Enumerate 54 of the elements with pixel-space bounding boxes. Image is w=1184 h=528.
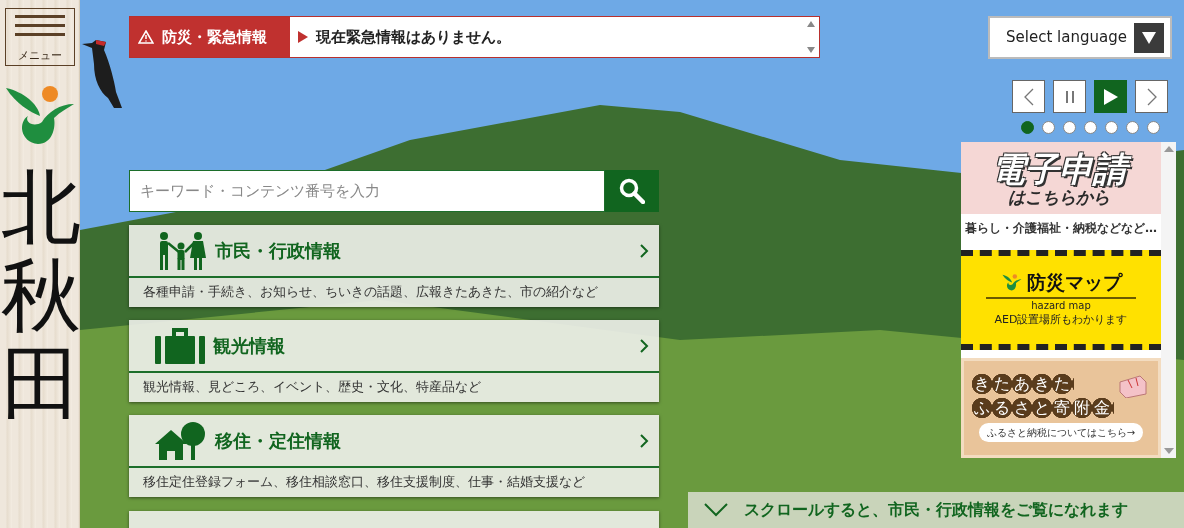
- category-card[interactable]: 移住・定住情報 移住定住登録フォーム、移住相談窓口、移住支援制度、仕事・結婚支援など: [129, 415, 659, 497]
- language-select[interactable]: Select language: [988, 16, 1172, 59]
- house-tree-icon: [155, 421, 207, 460]
- chevron-right-icon: [640, 243, 649, 258]
- woodpecker-icon: [80, 40, 122, 110]
- chevron-right-icon: [640, 338, 649, 353]
- city-name: 北秋田: [0, 164, 81, 428]
- play-icon: [1103, 89, 1118, 105]
- scroll-down-icon[interactable]: [1163, 448, 1174, 454]
- menu-button[interactable]: メニュー: [4, 8, 75, 66]
- chevron-left-icon: [1023, 88, 1034, 106]
- category-description: 観光情報、見どころ、イベント、歴史・文化、特産品など: [142, 378, 482, 396]
- search-field[interactable]: キーワード・コンテンツ番号を入力: [129, 170, 605, 212]
- scroll-down-icon[interactable]: [807, 47, 815, 53]
- pause-icon: [1064, 91, 1075, 103]
- donation-banner[interactable]: きたあきた ふるさと寄附金 ふるさと納税についてはこちら→: [961, 358, 1161, 458]
- category-title: 観光情報: [213, 334, 285, 358]
- banner-subtitle: はこちらから: [1007, 187, 1111, 207]
- chevron-down-icon[interactable]: [704, 503, 728, 517]
- category-description: 各種申請・手続き、お知らせ、ちいきの話題、広報きたあきた、市の紹介など: [142, 283, 599, 301]
- previous-button[interactable]: [1012, 80, 1045, 113]
- category-description: 移住定住登録フォーム、移住相談窓口、移住支援制度、仕事・結婚支援など: [142, 473, 586, 491]
- city-logo: [1000, 273, 1023, 292]
- banner-caption: AED設置場所もわかります: [994, 311, 1128, 328]
- gift-box-icon: [1118, 374, 1148, 398]
- scroll-up-icon[interactable]: [1163, 146, 1174, 152]
- category-card[interactable]: 市民・行政情報 各種申請・手続き、お知らせ、ちいきの話題、広報きたあきた、市の紹介など: [129, 225, 659, 307]
- banner-title: 防災マップ: [1026, 271, 1122, 293]
- search-icon: [619, 178, 645, 204]
- category-card[interactable]: 観光情報 観光情報、見どころ、イベント、歴史・文化、特産品など: [129, 320, 659, 402]
- pause-button[interactable]: [1053, 80, 1086, 113]
- banner-caption: ふるさと納税についてはこちら→: [978, 423, 1144, 442]
- warning-icon: [138, 30, 154, 44]
- category-title: 移住・定住情報: [215, 429, 341, 453]
- e-application-banner[interactable]: 電子申請 はこちらから 暮らし・介護福祉・納税などなど…: [961, 142, 1161, 242]
- caret-icon: [1142, 31, 1156, 44]
- search-button[interactable]: [605, 170, 659, 212]
- suitcase-icon: [155, 327, 205, 364]
- play-button[interactable]: [1094, 80, 1127, 113]
- triangle-icon: [298, 31, 308, 43]
- hazard-map-banner[interactable]: 防災マップ hazard map AED設置場所もわかります: [961, 250, 1161, 350]
- emergency-message: 現在緊急情報はありません。: [316, 26, 511, 48]
- chevron-right-icon: [1146, 88, 1157, 106]
- emergency-label: 防災・緊急情報: [130, 17, 290, 57]
- scroll-up-icon[interactable]: [807, 21, 815, 27]
- banner-title: ふるさと寄附金: [972, 398, 1114, 418]
- chevron-right-icon: [640, 433, 649, 448]
- category-title: 市民・行政情報: [215, 239, 341, 263]
- banner-title: きたあきた: [972, 374, 1074, 394]
- next-button[interactable]: [1135, 80, 1168, 113]
- scroll-hint: スクロールすると、市民・行政情報をご覧になれます: [744, 499, 1128, 521]
- banner-subtitle: hazard map: [986, 296, 1136, 312]
- banner-title: 電子申請: [987, 149, 1135, 188]
- banner-caption: 暮らし・介護福祉・納税などなど…: [961, 214, 1161, 242]
